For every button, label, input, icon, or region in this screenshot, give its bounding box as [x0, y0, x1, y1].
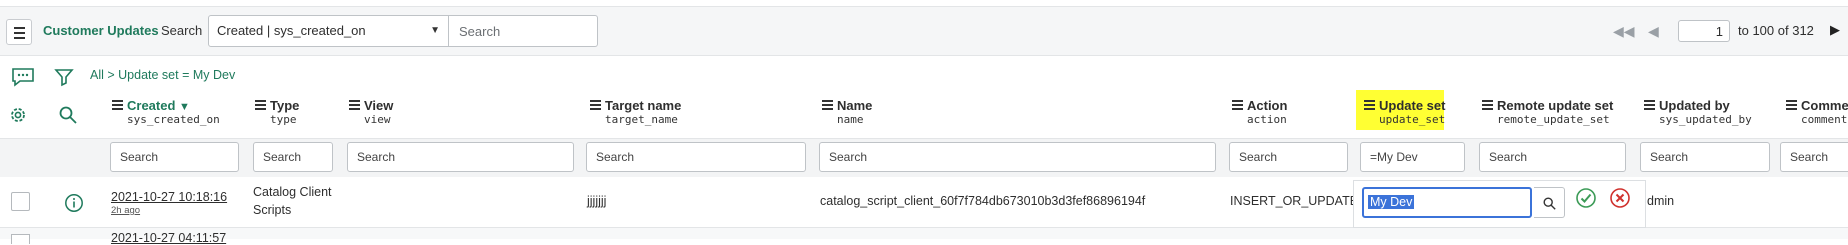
column-field: sys_created_on [127, 113, 220, 126]
column-label: Action [1247, 98, 1288, 113]
row-name: catalog_script_client_60f7f784db673010b3… [820, 194, 1146, 208]
column-label: View [364, 98, 394, 113]
column-label: Update set [1379, 98, 1446, 113]
column-field: action [1247, 113, 1287, 126]
next-page-icon[interactable]: ▶ [1830, 22, 1840, 38]
column-menu-icon[interactable] [1482, 100, 1493, 110]
filter-input-view[interactable]: Search [347, 142, 574, 172]
filter-input-created[interactable]: Search [110, 142, 239, 172]
column-field: sys_updated_by [1659, 113, 1752, 126]
row-checkbox[interactable] [11, 192, 30, 211]
table-row-partial: 2021-10-27 04:11:57 [0, 228, 1848, 245]
row-target-name: jjjjjjj [587, 194, 607, 208]
search-field-value: Created | sys_created_on [217, 23, 366, 38]
sort-down-icon: ▼ [179, 101, 190, 113]
column-field: name [837, 113, 864, 126]
filter-input-comments[interactable]: Search [1780, 142, 1848, 172]
column-menu-icon[interactable] [590, 100, 601, 110]
column-field: target_name [605, 113, 678, 126]
search-label: Search [161, 23, 203, 38]
search-icon[interactable] [58, 105, 78, 125]
filter-input-name[interactable]: Search [819, 142, 1216, 172]
page-range-text: to 100 of 312 [1738, 23, 1814, 38]
row-action: INSERT_OR_UPDATE [1230, 194, 1359, 208]
column-menu-icon[interactable] [1644, 100, 1655, 110]
column-menu-icon[interactable] [1364, 100, 1375, 110]
first-page-icon[interactable]: ◀◀ [1613, 23, 1635, 40]
list-toolbar: Customer Updates Search Created | sys_cr… [0, 6, 1848, 56]
checkmark-icon[interactable] [1575, 187, 1597, 209]
search-icon [1543, 197, 1556, 210]
filter-input-target-name[interactable]: Search [586, 142, 806, 172]
column-label: Updated by [1659, 98, 1730, 113]
row-type-line2: Scripts [253, 203, 292, 217]
row-created-link[interactable]: 2021-10-27 10:18:16 [111, 190, 227, 204]
filter-input-update-set[interactable]: =My Dev [1360, 142, 1465, 172]
search-field-select[interactable]: Created | sys_created_on ▼ [208, 15, 449, 47]
row-checkbox[interactable] [11, 234, 30, 244]
column-field: type [270, 113, 297, 126]
row-updated-by: dmin [1647, 194, 1675, 208]
filter-input-updated-by[interactable]: Search [1640, 142, 1770, 172]
column-field: remote_update_set [1497, 113, 1610, 126]
column-menu-icon[interactable] [255, 100, 266, 110]
column-label: Commen [1801, 98, 1848, 113]
column-menu-icon[interactable] [349, 100, 360, 110]
filter-input-remote-update-set[interactable]: Search [1479, 142, 1626, 172]
row-type-line1: Catalog Client [253, 185, 332, 199]
row-created-link[interactable]: 2021-10-27 04:11:57 [111, 231, 226, 245]
column-label: Remote update set [1497, 98, 1614, 113]
list-title[interactable]: Customer Updates [43, 23, 159, 38]
column-field: comment [1801, 113, 1848, 126]
column-menu-icon[interactable] [822, 100, 833, 110]
gear-icon[interactable] [7, 104, 29, 126]
cancel-icon[interactable] [1609, 187, 1631, 209]
column-menu-icon[interactable] [112, 100, 123, 110]
list-search-input[interactable]: Search [449, 15, 598, 47]
update-set-edit-input[interactable]: My Dev [1362, 187, 1532, 218]
info-icon[interactable] [64, 193, 84, 213]
breadcrumb[interactable]: All > Update set = My Dev [90, 68, 235, 82]
chat-icon[interactable] [11, 67, 35, 87]
hamburger-menu-button[interactable] [6, 19, 32, 45]
column-field: view [364, 113, 391, 126]
column-field: update_set [1379, 113, 1446, 126]
page-number-input[interactable]: 1 [1678, 20, 1730, 42]
filter-icon[interactable] [54, 67, 74, 87]
prev-page-icon[interactable]: ◀ [1648, 23, 1659, 40]
column-label: Created [127, 98, 176, 113]
filter-input-action[interactable]: Search [1229, 142, 1348, 172]
column-menu-icon[interactable] [1232, 100, 1243, 110]
column-label: Name [837, 98, 873, 113]
selected-text: My Dev [1368, 195, 1415, 209]
column-label: Type [270, 98, 300, 113]
filter-input-type[interactable]: Search [253, 142, 333, 172]
column-menu-icon[interactable] [1786, 100, 1797, 110]
row-created-ago: 2h ago [111, 205, 141, 216]
chevron-down-icon: ▼ [430, 25, 440, 36]
column-label: Target name [605, 98, 682, 113]
reference-lookup-button[interactable] [1534, 187, 1565, 218]
